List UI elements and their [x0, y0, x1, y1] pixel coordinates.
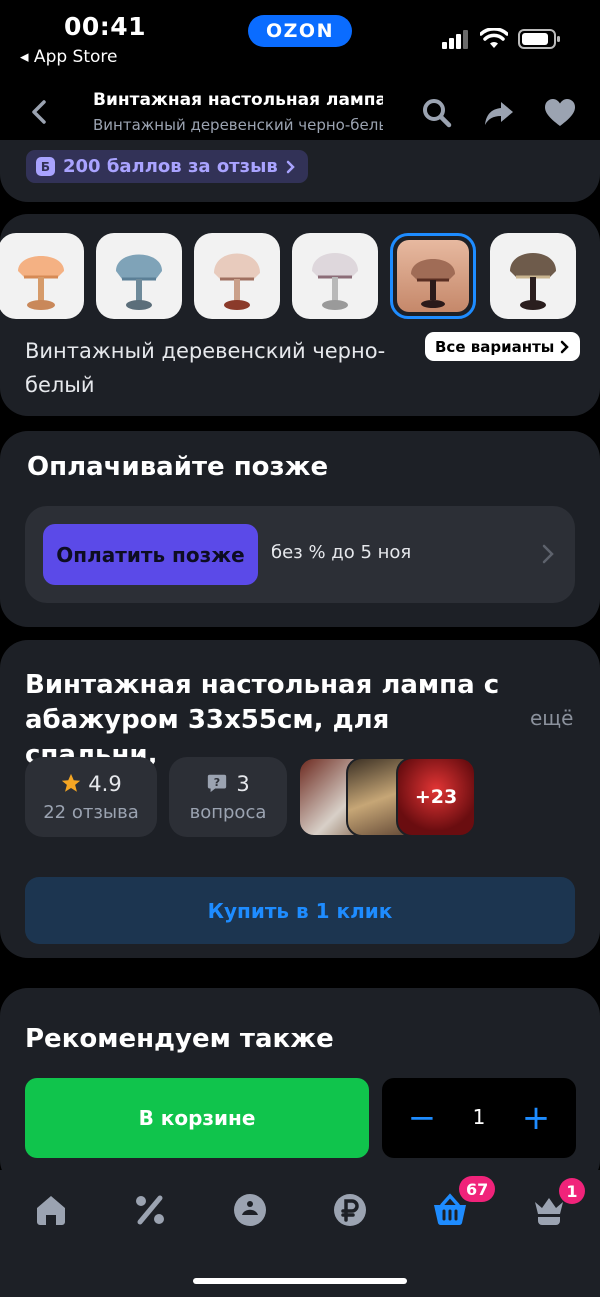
lamp-image — [312, 253, 358, 310]
search-icon[interactable] — [420, 96, 454, 130]
signal-icon — [442, 30, 468, 49]
wifi-icon — [480, 28, 508, 48]
favorite-heart-icon[interactable] — [543, 96, 577, 130]
questions-value-row: ? 3 — [169, 772, 287, 796]
variant-thumb[interactable] — [0, 233, 84, 319]
pay-later-button[interactable]: Оплатить позже — [43, 524, 258, 585]
lamp-image — [214, 253, 260, 310]
tab-discounts-icon[interactable] — [130, 1190, 170, 1230]
question-bubble-icon: ? — [208, 774, 227, 793]
brand-logo: OZON — [248, 15, 352, 47]
bonus-points-icon: Б — [36, 157, 55, 176]
status-icons — [442, 28, 562, 50]
in-cart-button[interactable]: В корзине — [25, 1078, 369, 1158]
header-subtitle: Винтажный деревенский черно-белый — [93, 116, 383, 134]
reviews-count: 22 отзыва — [43, 802, 139, 823]
all-variants-button[interactable]: Все варианты — [425, 332, 581, 361]
svg-text:?: ? — [214, 776, 220, 789]
questions-chip[interactable]: ? 3 вопроса — [169, 757, 287, 837]
battery-icon — [518, 29, 560, 49]
variant-thumb[interactable] — [490, 233, 576, 319]
pay-later-note: без % до 5 ноя — [271, 542, 412, 563]
variant-thumb-selected[interactable] — [390, 233, 476, 319]
profile-notification-badge: 1 — [559, 1178, 585, 1204]
all-variants-label: Все варианты — [435, 337, 555, 356]
increase-quantity-button[interactable]: + — [518, 1098, 554, 1138]
buy-one-click-button[interactable]: Купить в 1 клик — [25, 877, 575, 944]
customer-photos[interactable]: +23 — [298, 757, 478, 837]
review-bonus-chip[interactable]: Б 200 баллов за отзыв — [26, 150, 308, 183]
tab-home-icon[interactable] — [31, 1190, 71, 1230]
rating-value-row: 4.9 — [25, 772, 157, 796]
clock: 00:41 — [64, 12, 147, 41]
lamp-image — [18, 256, 64, 310]
lamp-image — [510, 253, 556, 310]
tab-finance-icon[interactable] — [330, 1190, 370, 1230]
questions-label: вопроса — [189, 802, 267, 823]
lamp-image — [116, 254, 162, 310]
customer-photo[interactable]: +23 — [396, 757, 476, 837]
variant-thumb[interactable] — [194, 233, 280, 319]
quantity-stepper: − 1 + — [382, 1078, 576, 1158]
variant-thumb[interactable] — [292, 233, 378, 319]
pay-later-offer[interactable]: Оплатить позже без % до 5 ноя — [25, 506, 575, 603]
chevron-right-icon — [561, 340, 570, 353]
lamp-image — [397, 240, 469, 312]
questions-count: 3 — [236, 772, 250, 796]
share-icon[interactable] — [482, 96, 516, 130]
rating-value: 4.9 — [88, 772, 122, 796]
home-indicator — [193, 1278, 407, 1284]
back-chevron-icon[interactable] — [26, 96, 54, 128]
star-icon — [62, 773, 81, 792]
bonus-text: 200 баллов за отзыв — [63, 156, 278, 177]
back-to-app-store-link[interactable]: ◂ App Store — [20, 47, 117, 67]
title-more-link[interactable]: ещё — [530, 706, 573, 730]
selected-variant-name: Винтажный деревенский черно-белый — [25, 339, 386, 397]
more-photos-count: +23 — [414, 786, 458, 808]
status-bar: 00:41 ◂ App Store OZON — [0, 0, 600, 80]
rating-chip[interactable]: 4.9 22 отзыва — [25, 757, 157, 837]
header-title: Винтажная настольная лампа — [93, 90, 383, 110]
chevron-right-icon — [542, 544, 554, 564]
variant-thumbnails — [0, 233, 600, 319]
variant-thumb[interactable] — [96, 233, 182, 319]
cart-count-badge: 67 — [459, 1176, 496, 1202]
pay-later-title: Оплачивайте позже — [27, 452, 329, 482]
tab-fresh-icon[interactable] — [230, 1190, 270, 1230]
recommend-title: Рекомендуем также — [25, 1024, 334, 1054]
chevron-right-icon — [286, 160, 295, 173]
